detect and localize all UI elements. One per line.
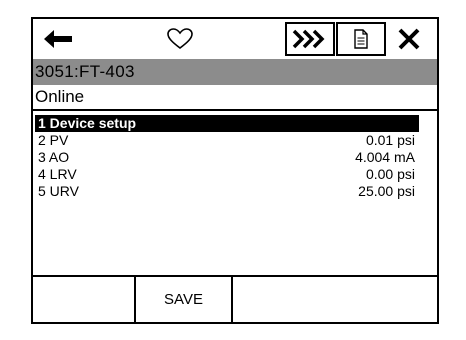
left-arrow-icon [44, 30, 72, 48]
status-text: Online [33, 85, 437, 111]
heart-icon [167, 28, 193, 50]
menu-item-label: 5 URV [38, 183, 79, 199]
menu-item-lrv[interactable]: 4 LRV 0.00 psi [35, 166, 435, 183]
document-icon [354, 29, 368, 49]
close-icon [398, 28, 420, 50]
communicator-screen: 3051:FT-403 Online 1 Device setup 2 PV 0… [31, 17, 439, 324]
menu-item-label: 4 LRV [38, 166, 77, 182]
device-tag-bar: 3051:FT-403 [33, 59, 437, 85]
favorite-button[interactable] [83, 19, 277, 59]
softkey-1[interactable] [33, 277, 134, 322]
menu-item-value: 0.00 psi [365, 166, 415, 182]
fast-forward-icon [292, 29, 325, 49]
menu-item-label: 2 PV [38, 132, 69, 148]
menu-item-pv[interactable]: 2 PV 0.01 psi [35, 132, 435, 149]
toolbar [33, 19, 437, 59]
menu-item-value: 25.00 psi [358, 183, 415, 199]
save-button[interactable]: SAVE [134, 277, 233, 322]
save-button-label: SAVE [164, 291, 203, 308]
menu-item-label: 3 AO [38, 149, 70, 165]
menu-item-label: 1 Device setup [38, 115, 137, 131]
menu-item-ao[interactable]: 3 AO 4.004 mA [35, 149, 435, 166]
menu-item-value: 0.01 psi [365, 132, 415, 148]
fast-forward-button[interactable] [285, 22, 335, 56]
back-button[interactable] [33, 19, 83, 59]
menu-item-urv[interactable]: 5 URV 25.00 psi [35, 183, 435, 200]
close-button[interactable] [387, 19, 431, 59]
softkey-3[interactable] [233, 277, 437, 322]
softkey-bar: SAVE [33, 277, 437, 322]
menu-item-device-setup[interactable]: 1 Device setup [35, 115, 419, 132]
menu-item-value: 4.004 mA [355, 149, 415, 165]
document-button[interactable] [336, 22, 386, 56]
menu-list: 1 Device setup 2 PV 0.01 psi 3 AO 4.004 … [33, 111, 437, 277]
